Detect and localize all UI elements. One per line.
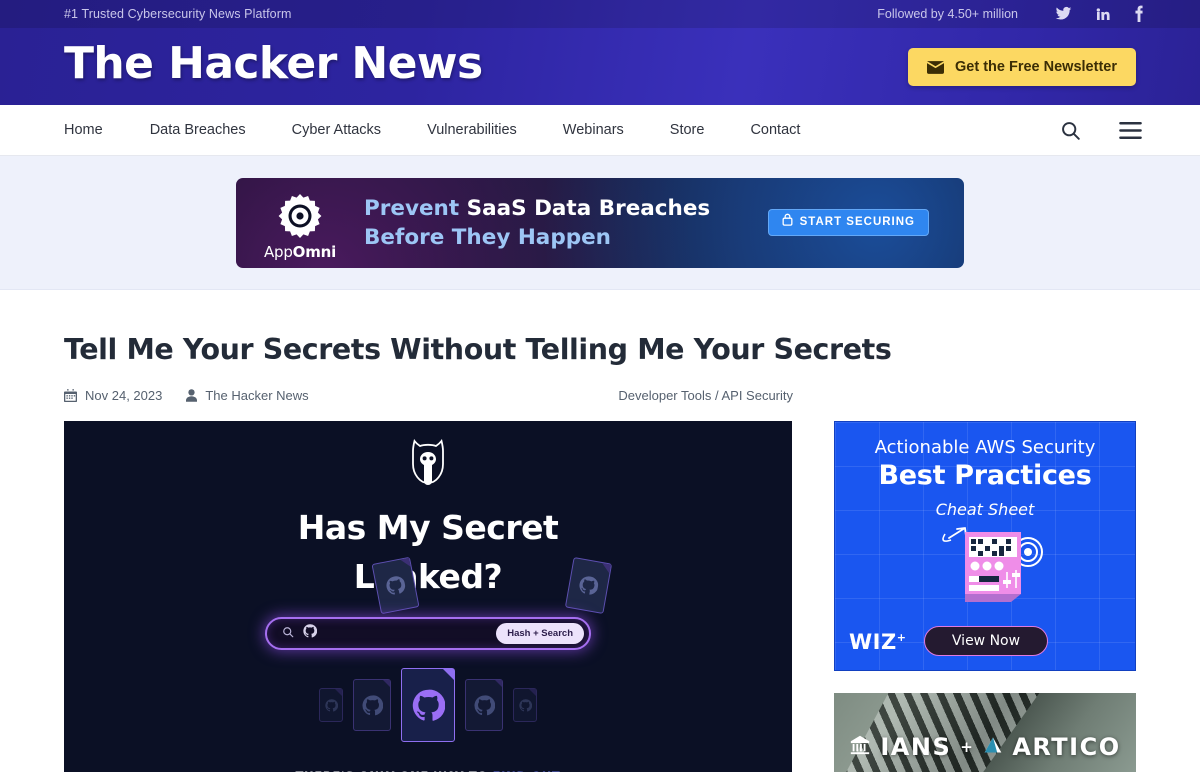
leaderboard-ad-strip: AppOmni Prevent SaaS Data Breaches Befor… <box>0 156 1200 290</box>
nav-links: Home Data Breaches Cyber Attacks Vulnera… <box>64 122 823 138</box>
facebook-icon[interactable] <box>1134 5 1144 22</box>
github-file-strip <box>64 661 792 749</box>
article-meta: Nov 24, 2023 The Hacker News Developer T… <box>64 385 793 405</box>
start-securing-label: START SECURING <box>799 216 915 228</box>
nav-item-vulnerabilities[interactable]: Vulnerabilities <box>404 122 540 138</box>
appomni-logo: AppOmni <box>252 192 348 261</box>
leaderboard-headline-line2: Before They Happen <box>364 224 611 250</box>
user-icon <box>186 388 198 402</box>
github-file-icon <box>353 679 391 731</box>
nav-actions <box>1060 105 1142 156</box>
wiz-ad[interactable]: Actionable AWS Security Best Practices C… <box>834 421 1136 671</box>
plus-sign: + <box>960 738 975 756</box>
nav-item-cyber-attacks[interactable]: Cyber Attacks <box>269 122 404 138</box>
followers-count: Followed by 4.50+ million <box>877 7 1018 21</box>
owl-logo-icon <box>409 438 447 490</box>
ians-brand-text: IANS <box>880 733 952 761</box>
hero-search-icons <box>282 624 318 643</box>
github-icon <box>303 624 318 643</box>
hero-heading-line1: Has My Secret <box>297 508 559 547</box>
ians-artico-logos: IANS + ARTICO <box>834 733 1136 761</box>
wiz-logo: WIZ+ <box>849 630 907 654</box>
github-file-icon <box>513 688 537 722</box>
article-hero-image[interactable]: Has My Secret Leaked? Hash + Search <box>64 421 792 772</box>
appomni-brand-suffix: Omni <box>292 242 337 261</box>
site-header: #1 Trusted Cybersecurity News Platform F… <box>0 0 1200 105</box>
cheat-sheet-illustration-icon <box>935 522 1050 622</box>
search-icon[interactable] <box>1060 120 1081 141</box>
view-now-button[interactable]: View Now <box>924 626 1048 656</box>
gear-icon <box>252 192 348 240</box>
newsletter-button[interactable]: Get the Free Newsletter <box>908 48 1136 86</box>
envelope-icon <box>927 60 945 74</box>
site-tagline: #1 Trusted Cybersecurity News Platform <box>64 7 292 21</box>
wiz-logo-text: WIZ <box>849 630 897 654</box>
lock-icon <box>782 213 793 231</box>
wiz-ad-line1: Actionable AWS Security <box>874 437 1096 458</box>
ians-building-icon <box>849 733 871 761</box>
nav-item-webinars[interactable]: Webinars <box>540 122 647 138</box>
wiz-ad-line3: Cheat Sheet <box>935 500 1035 519</box>
article-category[interactable]: Developer Tools / API Security <box>618 388 793 403</box>
content-columns: Has My Secret Leaked? Hash + Search Acti… <box>64 421 1136 772</box>
github-file-icon <box>319 688 343 722</box>
hash-search-button[interactable]: Hash + Search <box>496 623 584 644</box>
nav-item-store[interactable]: Store <box>647 122 728 138</box>
social-links <box>1055 5 1144 22</box>
wiz-ad-line2: Best Practices <box>878 460 1092 491</box>
article-title: Tell Me Your Secrets Without Telling Me … <box>64 333 892 366</box>
site-logo[interactable]: The Hacker News <box>64 38 483 90</box>
main-content: Tell Me Your Secrets Without Telling Me … <box>0 332 1200 772</box>
github-doc-icon-right <box>564 557 613 614</box>
leaderboard-headline: Prevent SaaS Data Breaches Before They H… <box>364 194 710 252</box>
article-date: Nov 24, 2023 <box>64 388 162 403</box>
github-file-icon <box>465 679 503 731</box>
main-navigation: Home Data Breaches Cyber Attacks Vulnera… <box>0 105 1200 156</box>
hero-search-bar[interactable]: Hash + Search <box>265 617 591 650</box>
nav-item-home[interactable]: Home <box>64 122 127 138</box>
article-date-text: Nov 24, 2023 <box>85 387 163 403</box>
hero-heading: Has My Secret Leaked? <box>64 503 792 601</box>
hamburger-menu-icon[interactable] <box>1119 122 1142 139</box>
twitter-icon[interactable] <box>1055 5 1072 22</box>
artico-brand-text: ARTICO <box>1012 733 1121 761</box>
artico-mark-icon <box>983 733 1003 761</box>
sidebar: Actionable AWS Security Best Practices C… <box>834 421 1136 772</box>
leaderboard-ad[interactable]: AppOmni Prevent SaaS Data Breaches Befor… <box>236 177 964 268</box>
start-securing-button[interactable]: START SECURING <box>767 208 929 236</box>
leaderboard-headline-a: Prevent <box>364 195 467 221</box>
ians-artico-ad[interactable]: IANS + ARTICO <box>834 693 1136 772</box>
appomni-brand-prefix: App <box>263 242 293 261</box>
leaderboard-headline-b: SaaS Data Breaches <box>466 195 711 221</box>
nav-item-contact[interactable]: Contact <box>727 122 823 138</box>
github-file-icon-active <box>401 668 455 742</box>
nav-item-data-breaches[interactable]: Data Breaches <box>127 122 269 138</box>
article-author-text: The Hacker News <box>205 387 309 403</box>
search-icon <box>282 625 294 643</box>
appomni-brand: AppOmni <box>252 243 348 261</box>
linkedin-icon[interactable] <box>1095 6 1111 22</box>
newsletter-button-label: Get the Free Newsletter <box>955 59 1117 75</box>
hero-heading-line2: Leaked? <box>353 557 503 596</box>
calendar-icon <box>64 388 77 402</box>
article-author: The Hacker News <box>186 387 309 403</box>
